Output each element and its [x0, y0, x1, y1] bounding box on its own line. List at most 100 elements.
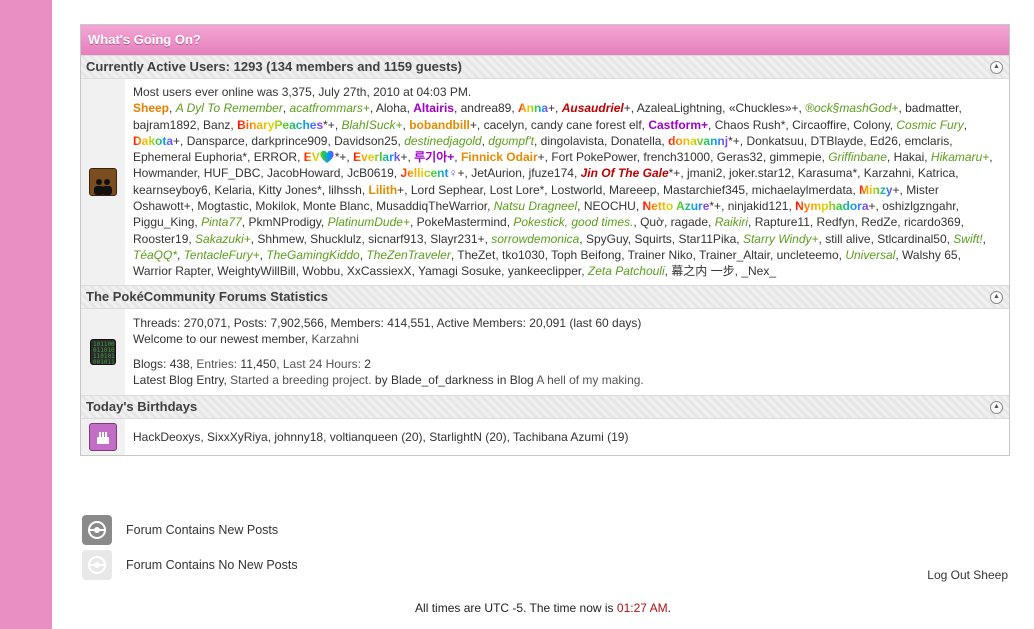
active-user-link[interactable]: Nymphadora [795, 199, 868, 213]
active-user-link[interactable]: gimmepie [769, 150, 821, 164]
active-user-link[interactable]: Ed26 [870, 134, 898, 148]
active-user-link[interactable]: Quờ [640, 215, 664, 229]
active-user-link[interactable]: yankeeclipper [508, 264, 581, 278]
active-user-link[interactable]: uncleteemo [777, 248, 839, 262]
active-user-link[interactable]: HUF_DBC [204, 166, 261, 180]
collapse-icon[interactable]: ▲ [990, 400, 1003, 414]
active-user-link[interactable]: Monte Blanc [303, 199, 370, 213]
active-user-link[interactable]: JetAurion [471, 166, 522, 180]
active-user-link[interactable]: Slayr231+ [430, 232, 484, 246]
active-user-link[interactable]: TheGamingKiddo [266, 248, 359, 262]
collapse-icon[interactable]: ▲ [990, 290, 1003, 304]
active-user-link[interactable]: AzaleaLightning [637, 101, 722, 115]
active-user-link[interactable]: SpyGuy [586, 232, 628, 246]
active-user-link[interactable]: Everlark [353, 150, 400, 164]
active-user-link[interactable]: joker.star12 [729, 166, 791, 180]
active-user-link[interactable]: Karzahni [864, 166, 911, 180]
active-user-link[interactable]: Raikiri [715, 215, 748, 229]
active-user-link[interactable]: PkmNProdigy [248, 215, 320, 229]
active-user-link[interactable]: ragade [671, 215, 708, 229]
active-user-link[interactable]: Banz [203, 118, 230, 132]
active-user-link[interactable]: Lilith [369, 183, 398, 197]
active-user-link[interactable]: cacelyn [484, 118, 525, 132]
active-user-link[interactable]: andrea89 [461, 101, 512, 115]
active-user-link[interactable]: lilhssh [328, 183, 361, 197]
active-user-link[interactable]: Donkatsuu [746, 134, 803, 148]
active-user-link[interactable]: emclaris [905, 134, 950, 148]
active-user-link[interactable]: Wobbu [302, 264, 340, 278]
birthday-user-link[interactable]: SixxXyRiya [207, 430, 268, 444]
active-user-link[interactable]: Hakai [894, 150, 925, 164]
active-user-link[interactable]: Lostworld [551, 183, 602, 197]
active-user-link[interactable]: Mogtastic [197, 199, 248, 213]
active-user-link[interactable]: Katrica [918, 166, 955, 180]
active-user-link[interactable]: TéaQQ* [133, 248, 177, 262]
active-user-link[interactable]: «Chuckles»+ [729, 101, 799, 115]
active-user-link[interactable]: Pokestick, good times. [513, 215, 633, 229]
logout-link[interactable]: Log Out Sheep [927, 568, 1008, 582]
active-user-link[interactable]: Sakazuki+ [195, 232, 251, 246]
active-user-link[interactable]: Rooster19 [133, 232, 188, 246]
active-user-link[interactable]: 루기아+ [414, 150, 454, 164]
active-user-link[interactable]: tko1030 [502, 248, 545, 262]
active-user-link[interactable]: NEOCHU [584, 199, 636, 213]
active-user-link[interactable]: dɡʊmpf't [488, 134, 534, 148]
active-user-link[interactable]: WeightyWillBill [217, 264, 295, 278]
active-user-link[interactable]: Cosmic Fury [896, 118, 963, 132]
active-user-link[interactable]: _Nex_ [741, 264, 776, 278]
active-user-link[interactable]: darkprince909 [251, 134, 327, 148]
active-user-link[interactable]: TheZet [457, 248, 495, 262]
active-user-link[interactable]: Lost Lore* [490, 183, 545, 197]
active-user-link[interactable]: Pinta77 [201, 215, 242, 229]
latest-blog-link[interactable]: Started a breeding project. [230, 373, 371, 387]
active-user-link[interactable]: Rapture11 [755, 215, 810, 229]
active-user-link[interactable]: french31000 [643, 150, 710, 164]
active-user-link[interactable]: Trainer_Altair [699, 248, 770, 262]
active-user-link[interactable]: michaelaylmerdata [752, 183, 853, 197]
active-user-link[interactable]: Mokilok [255, 199, 296, 213]
active-user-link[interactable]: Davidson25 [334, 134, 397, 148]
active-user-link[interactable]: Geras32 [717, 150, 763, 164]
active-user-link[interactable]: Howmander [133, 166, 197, 180]
active-user-link[interactable]: candy cane forest elf [531, 118, 642, 132]
active-user-link[interactable]: Starry Windy+ [743, 232, 819, 246]
active-user-link[interactable]: Ephemeral Euphoria* [133, 150, 247, 164]
active-user-link[interactable]: Piggu_King [133, 215, 194, 229]
active-user-link[interactable]: ninjakid121 [728, 199, 789, 213]
active-user-link[interactable]: RedZe [861, 215, 897, 229]
active-user-link[interactable]: Mastarchief345 [663, 183, 745, 197]
active-user-link[interactable]: oshizlgzngahr [882, 199, 955, 213]
active-user-link[interactable]: Hikamaru+ [931, 150, 989, 164]
active-user-link[interactable]: JcB0619 [347, 166, 394, 180]
active-user-link[interactable]: Shucklulz [310, 232, 361, 246]
active-user-link[interactable]: Minzy [859, 183, 892, 197]
active-user-link[interactable]: ®ock§mashGod+ [805, 101, 898, 115]
active-user-link[interactable]: Netto Azure [643, 199, 710, 213]
active-user-link[interactable]: Jellicent♀ [400, 166, 457, 180]
active-user-link[interactable]: TentacleFury+ [184, 248, 260, 262]
active-user-link[interactable]: A Dyl To Remember [176, 101, 283, 115]
active-user-link[interactable]: Dakota [133, 134, 173, 148]
active-user-link[interactable]: Universal [845, 248, 895, 262]
active-user-link[interactable]: MusaddiqTheWarrior [376, 199, 487, 213]
active-user-link[interactable]: BlahISuck+ [342, 118, 403, 132]
active-user-link[interactable]: Chaos Rush* [715, 118, 786, 132]
birthday-user-link[interactable]: StarlightN [429, 430, 482, 444]
active-user-link[interactable]: Walshy 65 [902, 248, 958, 262]
newest-member-link[interactable]: Karzahni [312, 332, 359, 346]
active-user-link[interactable]: Lord Sephear [411, 183, 483, 197]
blog-name-link[interactable]: A hell of my making. [536, 373, 643, 387]
latest-blog-author-link[interactable]: Blade_of_darkness [391, 373, 494, 387]
active-user-link[interactable]: 幕之内 一步 [671, 264, 734, 278]
active-user-link[interactable]: Aloha [376, 101, 407, 115]
active-user-link[interactable]: still alive [825, 232, 870, 246]
birthday-user-link[interactable]: HackDeoxys [133, 430, 200, 444]
active-user-link[interactable]: donavannj [668, 134, 728, 148]
active-user-link[interactable]: Castform+ [648, 118, 708, 132]
active-user-link[interactable]: ricardo369 [904, 215, 961, 229]
active-user-link[interactable]: badmatter [905, 101, 958, 115]
birthday-user-link[interactable]: johnny18 [274, 430, 323, 444]
active-user-link[interactable]: Shhmew [257, 232, 303, 246]
active-user-link[interactable]: Mareeep [609, 183, 656, 197]
active-user-link[interactable]: dingolavista [541, 134, 604, 148]
